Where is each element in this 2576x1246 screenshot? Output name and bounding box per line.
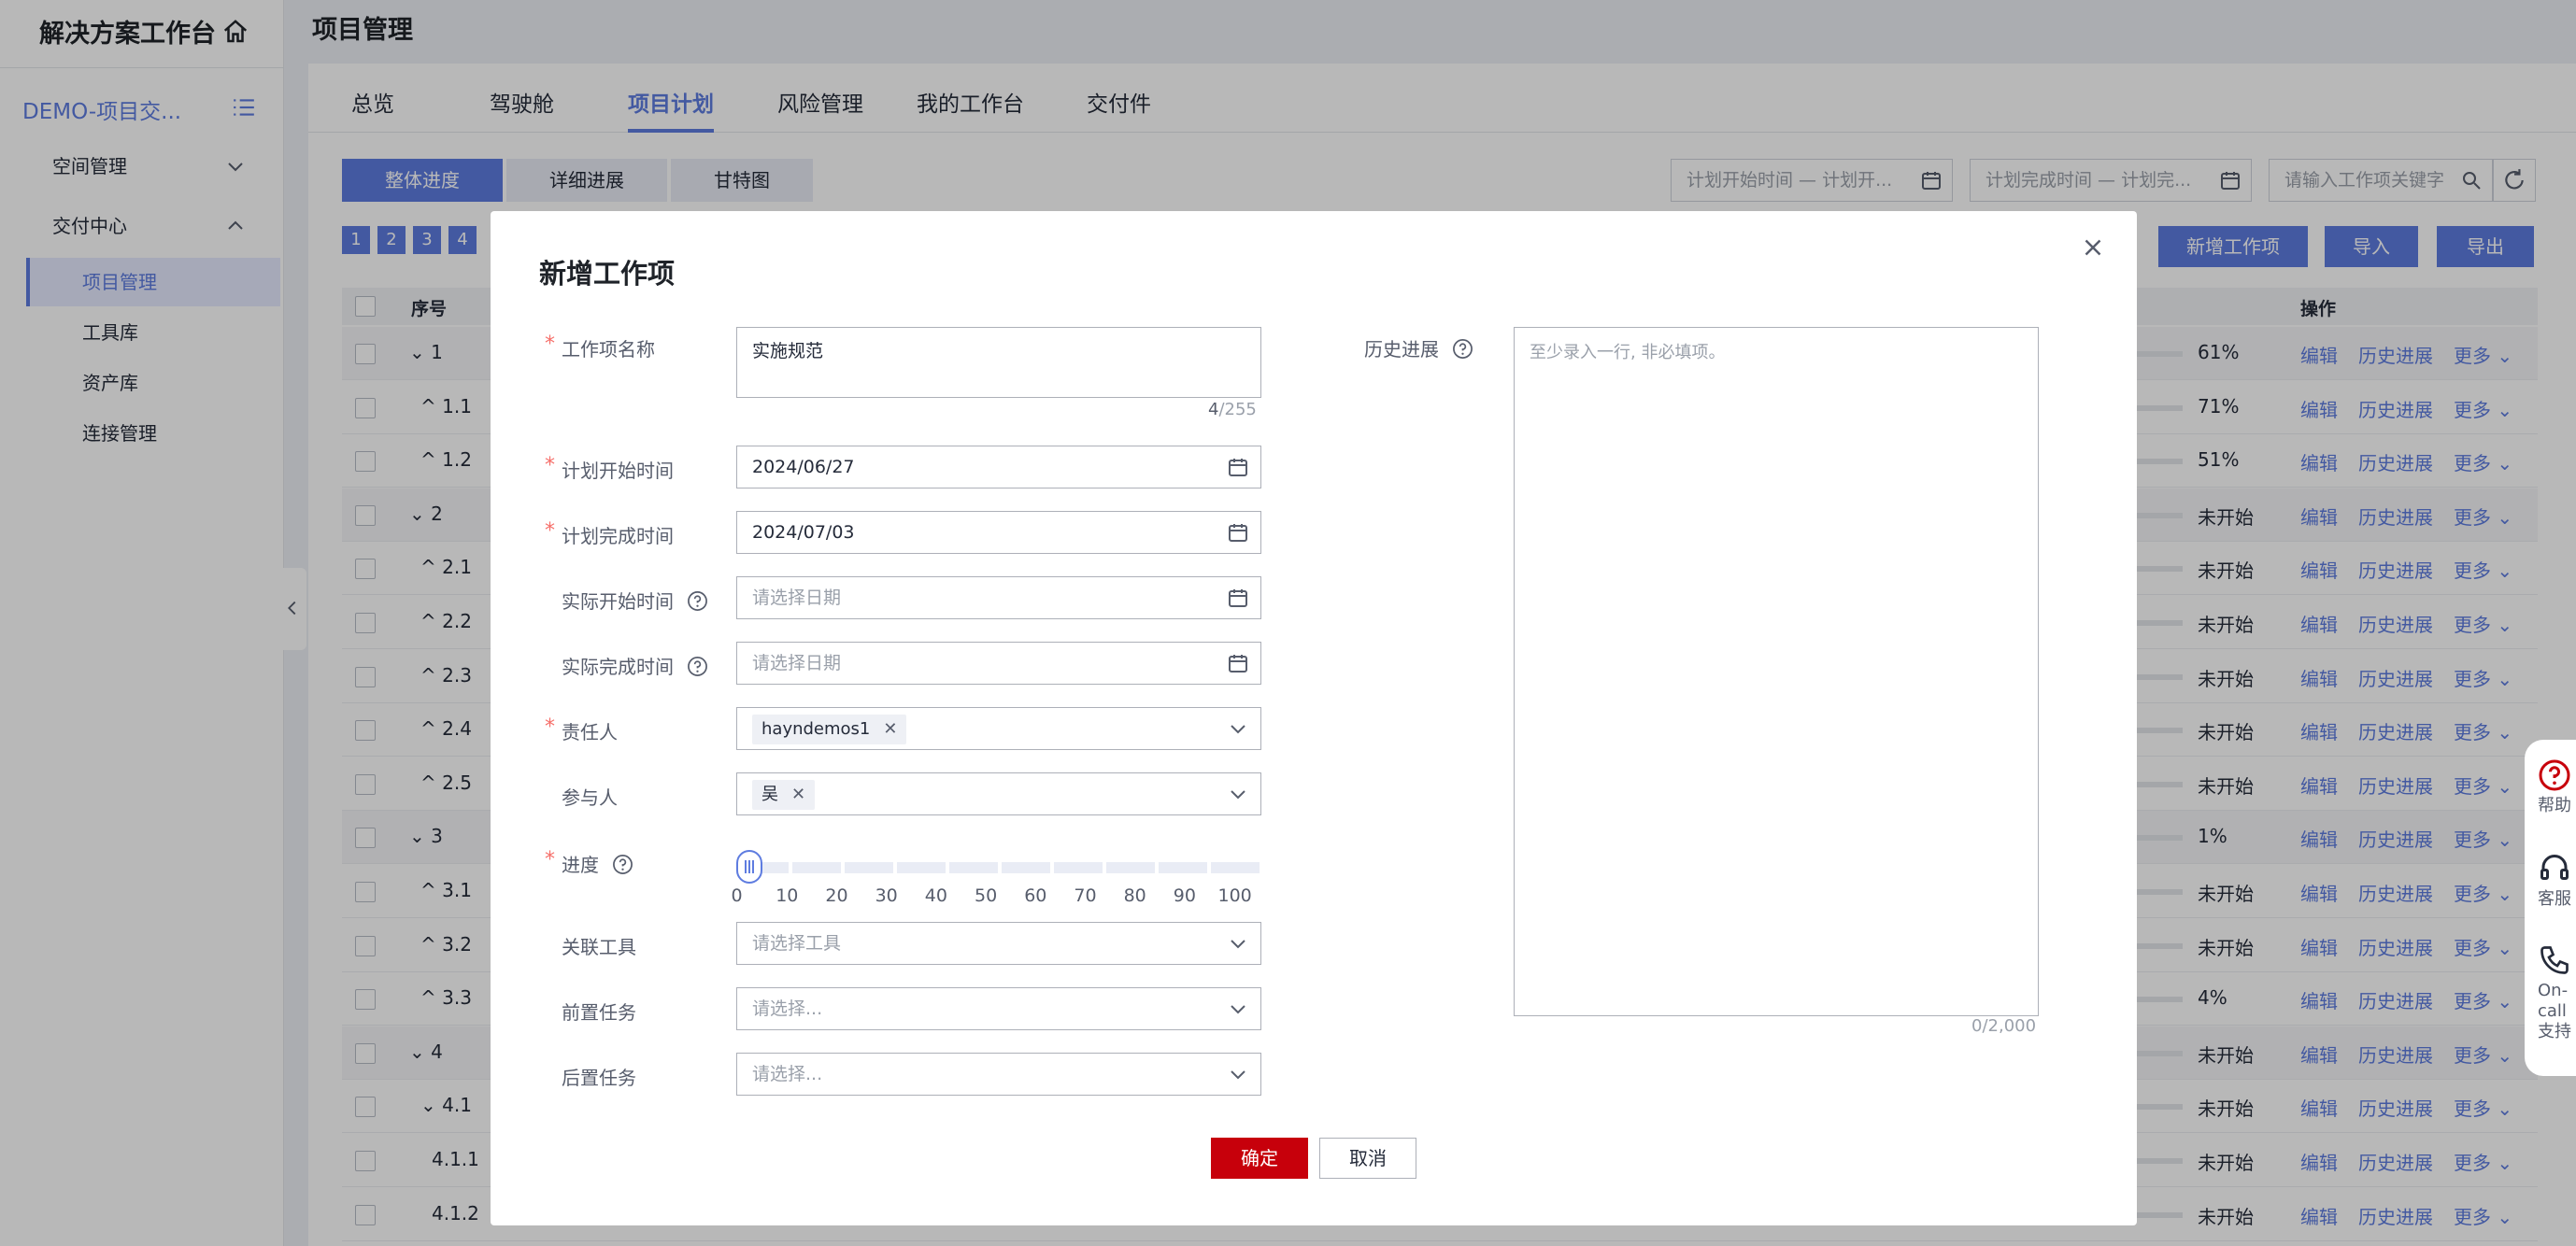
required-mark: * [545,519,555,543]
plan-start-date-field[interactable]: 2024/06/27 [736,446,1261,488]
actual-start-label: 实际开始时间 [562,587,708,614]
required-mark: * [545,333,555,356]
slider-segment-gap [1103,862,1106,873]
actual-start-placeholder: 请选择日期 [752,588,842,608]
progress-tick-label: 70 [1074,885,1097,906]
slider-segment-gap [946,862,949,873]
chevron-down-icon[interactable] [1227,717,1249,740]
name-count: 4 [1208,400,1219,419]
slider-segment-gap [1155,862,1159,873]
progress-label: 进度 [562,850,633,877]
participant-select[interactable]: 吴 ✕ [736,772,1261,815]
progress-tick-label: 100 [1217,885,1252,906]
actual-end-date-field[interactable]: 请选择日期 [736,642,1261,685]
calendar-icon[interactable] [1227,521,1249,544]
required-mark: * [545,715,555,739]
help-icon[interactable] [612,854,633,875]
chevron-down-icon[interactable] [1227,998,1249,1020]
participant-tag: 吴 ✕ [752,780,816,810]
tool-placeholder: 请选择工具 [752,933,842,954]
plan-start-value: 2024/06/27 [752,457,855,477]
chevron-down-icon[interactable] [1227,783,1249,805]
oncall-support-label: On-call支持 [2538,981,2571,1041]
phone-icon [2540,946,2569,974]
owner-label: 责任人 [562,721,618,743]
help-entry[interactable]: 帮助 [2538,758,2576,816]
history-progress-textarea[interactable]: 至少录入一行, 非必填项。 [1514,327,2039,1016]
actual-start-date-field[interactable]: 请选择日期 [736,576,1261,619]
actual-start-label-text: 实际开始时间 [562,590,674,613]
predecessor-placeholder: 请选择... [752,998,823,1019]
progress-tick-label: 60 [1024,885,1047,906]
progress-tick-label: 50 [975,885,998,906]
name-max: /255 [1218,400,1257,419]
progress-tick-label: 20 [825,885,848,906]
help-icon[interactable] [687,656,708,677]
cancel-button[interactable]: 取消 [1319,1138,1416,1179]
participant-label: 参与人 [562,786,618,809]
progress-tick-label: 80 [1123,885,1146,906]
slider-segment-gap [789,862,792,873]
history-label-text: 历史进展 [1364,338,1439,361]
owner-tag-text: hayndemos1 [761,719,871,739]
progress-slider-handle[interactable] [736,850,762,884]
remove-tag-icon[interactable]: ✕ [791,785,805,804]
chevron-down-icon[interactable] [1227,932,1249,955]
slider-segment-gap [893,862,897,873]
progress-tick-label: 90 [1173,885,1196,906]
history-char-counter: 0/2,000 [1971,1016,2037,1036]
remove-tag-icon[interactable]: ✕ [883,719,897,739]
required-mark: * [545,848,555,871]
actual-end-label: 实际完成时间 [562,652,708,679]
chevron-down-icon[interactable] [1227,1063,1249,1085]
help-entry-label: 帮助 [2538,796,2571,815]
progress-label-text: 进度 [562,854,599,876]
owner-select[interactable]: hayndemos1 ✕ [736,707,1261,750]
help-icon[interactable] [1452,338,1473,360]
plan-start-label: 计划开始时间 [562,460,674,482]
tool-label: 关联工具 [562,936,636,958]
plan-end-date-field[interactable]: 2024/07/03 [736,511,1261,554]
slider-segment-gap [1207,862,1211,873]
related-tool-select[interactable]: 请选择工具 [736,922,1261,965]
owner-tag: hayndemos1 ✕ [752,715,907,744]
calendar-icon[interactable] [1227,456,1249,478]
progress-tick-label: 30 [875,885,898,906]
customer-service-label: 客服 [2538,889,2571,909]
progress-tick-label: 0 [731,885,743,906]
predecessor-select[interactable]: 请选择... [736,987,1261,1030]
headset-icon [2540,855,2569,880]
successor-placeholder: 请选择... [752,1064,823,1084]
progress-slider-track[interactable] [736,862,1260,873]
actual-end-label-text: 实际完成时间 [562,656,674,678]
confirm-button[interactable]: 确定 [1211,1138,1308,1179]
successor-select[interactable]: 请选择... [736,1053,1261,1096]
work-item-name-field[interactable]: 实施规范 [736,327,1261,398]
plan-end-value: 2024/07/03 [752,522,855,543]
slider-segment-gap [841,862,845,873]
successor-label: 后置任务 [562,1067,636,1089]
add-work-item-dialog: 新增工作项 * 工作项名称 实施规范 4/255 * 计划开始时间 2024/0… [491,211,2137,1225]
actual-end-placeholder: 请选择日期 [752,653,842,673]
history-label: 历史进展 [1364,334,1473,361]
help-icon[interactable] [687,590,708,612]
name-char-counter: 4/255 [1208,400,1257,419]
dialog-title: 新增工作项 [539,258,676,290]
calendar-icon[interactable] [1227,652,1249,674]
slider-segment-gap [998,862,1002,873]
required-mark: * [545,454,555,477]
calendar-icon[interactable] [1227,587,1249,609]
progress-tick-label: 40 [924,885,947,906]
plan-end-label: 计划完成时间 [562,525,674,547]
close-icon[interactable] [2079,234,2107,262]
name-label: 工作项名称 [562,338,655,361]
floating-help-bar: 帮助 客服 On-call支持 [2525,740,2576,1076]
question-circle-icon [2539,759,2570,791]
slider-segment-gap [1050,862,1054,873]
progress-tick-label: 10 [776,885,799,906]
customer-service-entry[interactable]: 客服 [2538,852,2576,910]
oncall-support-entry[interactable]: On-call支持 [2538,943,2576,1042]
participant-tag-text: 吴 [761,785,778,804]
predecessor-label: 前置任务 [562,1001,636,1024]
